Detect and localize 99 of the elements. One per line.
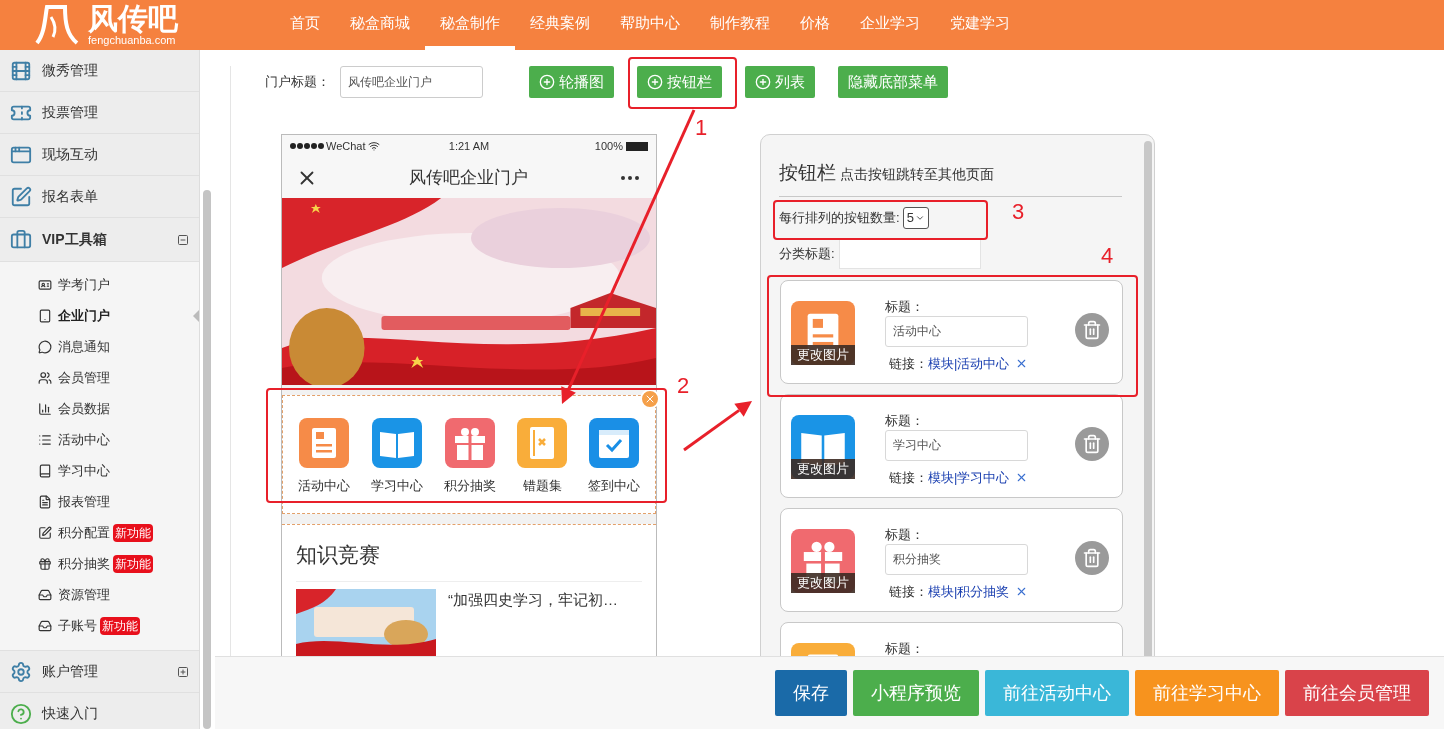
annotation-number: 1 <box>695 116 708 140</box>
help-icon <box>10 702 32 725</box>
sidebar-subitem[interactable]: 消息通知 <box>0 331 199 362</box>
module-link[interactable]: 模块|活动中心 <box>928 353 1010 373</box>
sidebar-subitem[interactable]: 学习中心 <box>0 455 199 486</box>
field-label: 门户标题： <box>265 73 331 92</box>
trash-icon <box>1082 319 1102 340</box>
count-select[interactable]: 5 <box>902 206 929 229</box>
article-title[interactable]: “加强四史学习，牢记初… <box>448 588 618 656</box>
button-label: 签到中心 <box>588 477 641 495</box>
add-icon <box>539 74 555 90</box>
collapse-icon[interactable] <box>177 233 189 246</box>
field-label: 标题： <box>885 526 925 542</box>
sidebar-subitem[interactable]: 活动中心 <box>0 424 199 455</box>
carrier-name: WeChat <box>326 138 366 154</box>
battery-level: 100% <box>594 138 623 154</box>
sidebar-subitem[interactable]: 积分抽奖 新功能 <box>0 548 199 579</box>
edit-icon <box>10 185 32 208</box>
field-label: 标题： <box>885 412 925 428</box>
scrollbar[interactable] <box>203 190 211 729</box>
add-icon <box>755 74 771 90</box>
briefcase-icon <box>10 228 32 251</box>
sidebar-item[interactable]: 账户管理 <box>0 651 199 693</box>
change-image-button[interactable]: 更改图片 <box>791 458 855 479</box>
expand-icon[interactable] <box>177 665 189 678</box>
sidebar-item[interactable]: 现场互动 <box>0 134 199 176</box>
add-icon <box>647 74 663 90</box>
button-label: 活动中心 <box>297 477 350 495</box>
title-field[interactable]: 活动中心 <box>885 315 1028 347</box>
button-bar[interactable]: 活动中心 学习中心 积分抽奖 错题集 签到中心 <box>282 395 656 514</box>
logo-name: 风传吧 <box>88 4 178 34</box>
button-label: 积分抽奖 <box>443 477 496 495</box>
phone-title: 风传吧企业门户 <box>407 166 529 189</box>
sidebar-item[interactable]: 报名表单 <box>0 176 199 218</box>
sidebar-subitem[interactable]: 会员管理 <box>0 362 199 393</box>
field-label: 标题： <box>885 298 925 314</box>
battery-icon <box>626 141 648 151</box>
title-field[interactable]: 学习中心 <box>885 429 1028 461</box>
sidebar-item[interactable]: 投票管理 <box>0 92 199 134</box>
action-button[interactable]: 保存 <box>775 670 847 716</box>
tablet-icon <box>38 308 52 323</box>
annotation-number: 4 <box>1101 244 1114 268</box>
close-icon <box>644 393 656 405</box>
film-icon <box>10 59 32 82</box>
field-label: 每行排列的按钮数量: <box>779 208 900 227</box>
id-card-icon <box>38 277 52 292</box>
button-label: 错题集 <box>522 477 562 495</box>
sidebar-subitem[interactable]: 会员数据 <box>0 393 199 424</box>
sidebar-item[interactable]: 微秀管理 <box>0 50 199 92</box>
annotation-number: 2 <box>677 374 690 398</box>
bar-chart-icon <box>38 401 52 416</box>
users-icon <box>38 370 52 385</box>
wifi-icon <box>367 140 380 152</box>
settings-icon <box>10 660 32 683</box>
module-link[interactable]: 模块|学习中心 <box>928 467 1010 487</box>
sidebar-subitem[interactable]: 报表管理 <box>0 486 199 517</box>
change-image-button[interactable]: 更改图片 <box>791 572 855 593</box>
sidebar-subitem[interactable]: 积分配置 新功能 <box>0 517 199 548</box>
inbox-icon <box>38 618 52 633</box>
field-label: 链接： <box>889 354 928 373</box>
change-image-button[interactable]: 更改图片 <box>791 344 855 365</box>
module-link[interactable]: 模块|积分抽奖 <box>928 581 1010 601</box>
book-icon <box>38 463 52 478</box>
delete-button[interactable] <box>1075 540 1109 575</box>
field-label: 链接： <box>889 582 928 601</box>
portal-title-field[interactable]: 风传吧企业门户 <box>340 66 483 98</box>
new-badge: 新功能 <box>113 554 153 573</box>
panel-title: 按钮栏 <box>779 161 836 185</box>
speech-bubble-icon <box>38 339 52 354</box>
signal-dots-icon <box>290 143 324 149</box>
sidebar-subitem[interactable]: 学考门户 <box>0 269 199 300</box>
annotation-number: 3 <box>1012 200 1025 224</box>
gift-icon <box>38 556 52 571</box>
sidebar-item[interactable]: VIP工具箱 <box>0 218 199 262</box>
button-label: 学习中心 <box>370 477 423 495</box>
sidebar-subitem[interactable]: 资源管理 <box>0 579 199 610</box>
scrollbar[interactable] <box>1144 141 1152 656</box>
sidebar-subitem[interactable]: 子账号 新功能 <box>0 610 199 641</box>
trash-icon <box>1082 433 1102 454</box>
trash-icon <box>1082 547 1102 568</box>
status-time: 1:21 AM <box>447 138 491 154</box>
sidebar-item[interactable]: 快速入门 <box>0 693 199 729</box>
inbox-icon <box>38 587 52 602</box>
action-button[interactable]: 前往会员管理 <box>1285 670 1429 716</box>
edit-icon <box>38 525 52 540</box>
field-label: 分类标题: <box>779 244 835 263</box>
document-icon <box>38 494 52 509</box>
logo-domain: fengchuanba.com <box>88 35 177 46</box>
panel-subtitle: 点击按钮跳转至其他页面 <box>840 165 994 184</box>
new-badge: 新功能 <box>113 523 153 542</box>
list-icon <box>38 432 52 447</box>
field-label: 标题： <box>885 640 925 656</box>
delete-button[interactable] <box>1075 312 1109 347</box>
category-title-field[interactable] <box>838 238 981 269</box>
section-title: 知识竞赛 <box>296 525 642 582</box>
delete-button[interactable] <box>1075 426 1109 461</box>
field-label: 链接： <box>889 468 928 487</box>
new-badge: 新功能 <box>100 616 140 635</box>
title-field[interactable]: 积分抽奖 <box>885 543 1028 575</box>
